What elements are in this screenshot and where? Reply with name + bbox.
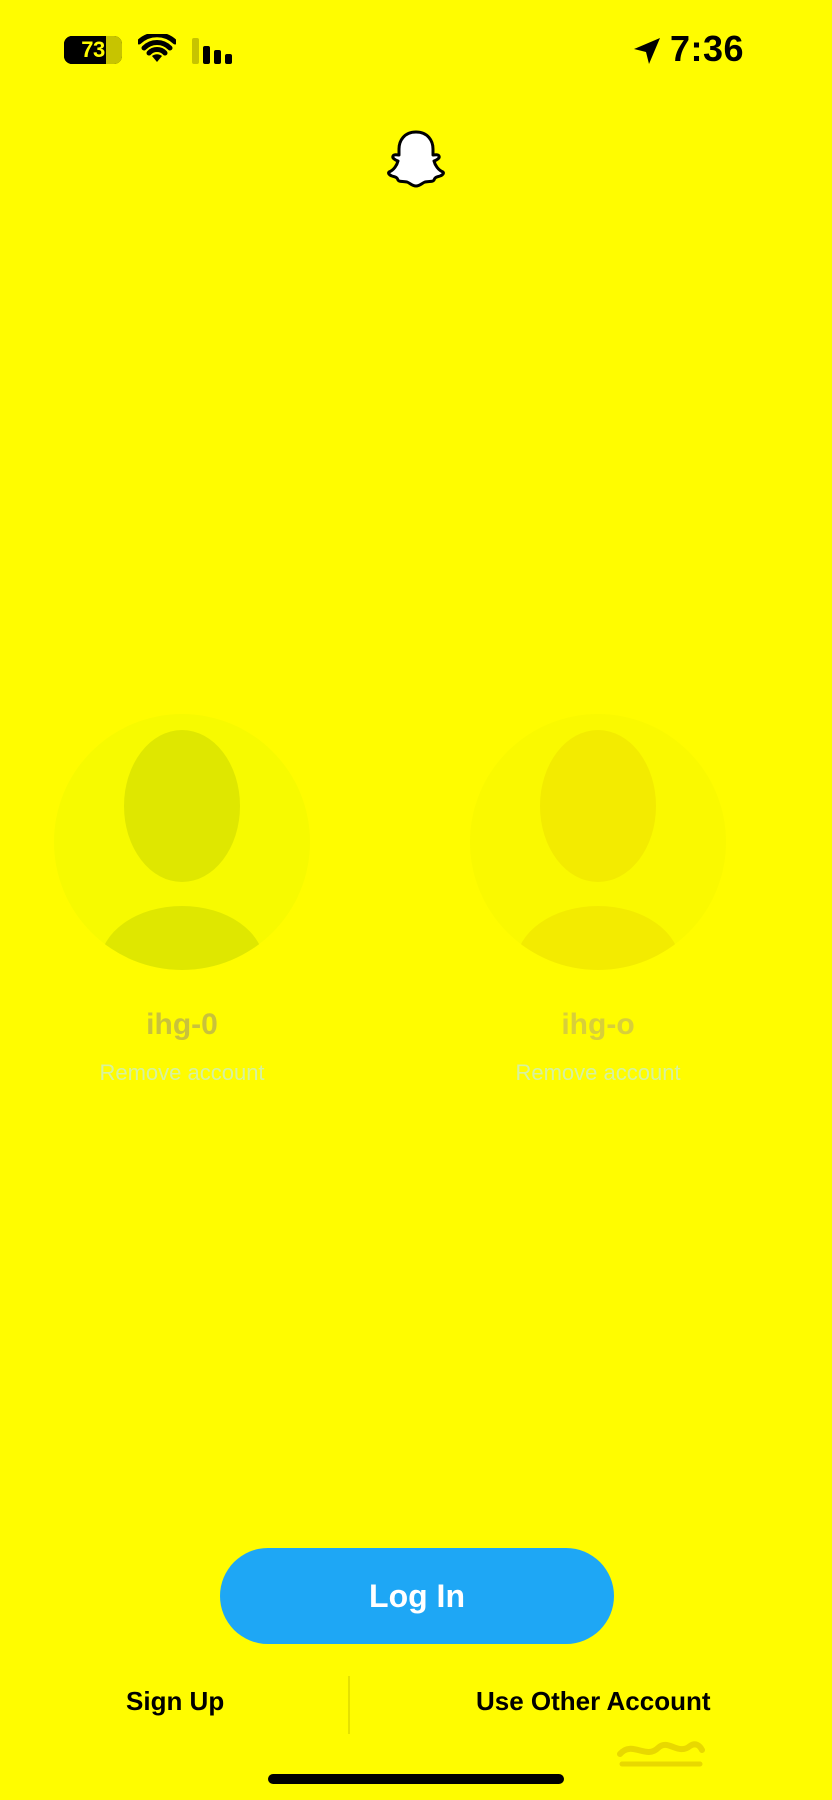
- use-other-account-link[interactable]: Use Other Account: [476, 1686, 711, 1717]
- snapchat-ghost-icon: [387, 130, 445, 188]
- avatar[interactable]: [54, 714, 310, 970]
- avatar-silhouette-icon: [516, 730, 680, 970]
- battery-level: 73: [81, 37, 105, 62]
- battery-icon: 73: [64, 36, 124, 64]
- remove-account-link[interactable]: Remove account: [515, 1060, 680, 1086]
- account-username: ihg-0: [146, 1008, 218, 1041]
- avatar[interactable]: [470, 714, 726, 970]
- divider: [348, 1676, 350, 1734]
- wifi-icon: [138, 34, 176, 62]
- location-arrow-icon: [634, 38, 660, 64]
- saved-account-card[interactable]: ihg-o Remove account: [468, 714, 728, 1086]
- clock: 7:36: [670, 28, 745, 69]
- watermark-logo: [617, 1741, 705, 1767]
- avatar-silhouette-icon: [100, 730, 264, 970]
- saved-account-card[interactable]: ihg-0 Remove account: [52, 714, 312, 1086]
- account-username: ihg-o: [561, 1008, 635, 1041]
- sign-up-link[interactable]: Sign Up: [126, 1686, 224, 1717]
- status-bar: 73 7:36: [0, 0, 832, 100]
- remove-account-link[interactable]: Remove account: [99, 1060, 264, 1086]
- login-button[interactable]: Log In: [220, 1548, 614, 1644]
- signal-icon: [192, 38, 232, 64]
- home-indicator: [268, 1774, 564, 1784]
